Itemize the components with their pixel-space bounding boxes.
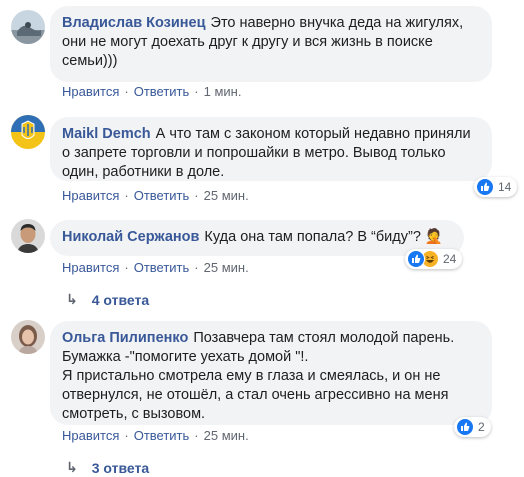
comment-actions: Нравится · Ответить · 25 мин. [62, 428, 249, 443]
comment-author[interactable]: Ольга Пилипенко [62, 330, 188, 346]
comment-text-line: А что там с законом который недавно прин… [155, 126, 471, 142]
comment-text-line: Я пристально смотрела ему в глаза и смея… [62, 368, 441, 384]
like-link[interactable]: Нравится [62, 188, 119, 203]
reaction-count: 14 [498, 180, 512, 194]
avatar[interactable] [11, 320, 45, 354]
comment-bubble: Николай Сержанов Куда она там попала? В “… [50, 220, 464, 256]
comment-text-line: они не могут доехать друг к другу и вся … [62, 34, 433, 50]
replies-count[interactable]: 4 ответа [92, 292, 149, 308]
reply-link[interactable]: Ответить [134, 188, 190, 203]
timestamp[interactable]: 1 мин. [204, 84, 242, 99]
reactions-summary[interactable]: 2 [454, 417, 491, 437]
reply-arrow-icon: ↳ [66, 459, 78, 475]
reply-link[interactable]: Ответить [134, 428, 190, 443]
comment-text-line: семьи))) [62, 53, 118, 69]
like-icon [407, 250, 425, 268]
timestamp[interactable]: 25 мин. [204, 260, 249, 275]
comment-text-line: смотреть, с вызовом. [62, 406, 206, 422]
comment-author[interactable]: Владислав Козинец [62, 15, 206, 31]
avatar[interactable] [11, 219, 45, 253]
like-link[interactable]: Нравится [62, 84, 119, 99]
timestamp[interactable]: 25 мин. [204, 428, 249, 443]
reaction-count: 24 [443, 252, 457, 266]
like-icon [476, 178, 494, 196]
comment-bubble: Владислав Козинец Это наверно внучка деда… [50, 6, 492, 82]
comment-author[interactable]: Maikl Demch [62, 126, 151, 142]
comment-bubble: Maikl Demch А что там с законом который н… [50, 117, 492, 181]
like-link[interactable]: Нравится [62, 260, 119, 275]
comment-text-line: Это наверно внучка деда на жигулях, [210, 15, 464, 31]
comment-text-line: Бумажка -"помогите уехать домой "!. [62, 349, 309, 365]
comment-text-line: Куда она там попала? В “биду”? 🤦 [204, 229, 443, 245]
comment-text-line: Позавчера там стоял молодой парень. [193, 330, 455, 346]
avatar[interactable] [11, 115, 45, 149]
reply-link[interactable]: Ответить [134, 84, 190, 99]
comment-bubble: Ольга Пилипенко Позавчера там стоял молод… [50, 321, 492, 425]
avatar[interactable] [11, 10, 45, 44]
reaction-count: 2 [478, 420, 485, 434]
comment-text-line: о запрете торговли и попрошайки в метро.… [62, 145, 446, 161]
timestamp[interactable]: 25 мин. [204, 188, 249, 203]
view-replies-link[interactable]: ↳ 3 ответа [66, 459, 149, 476]
comment-author[interactable]: Николай Сержанов [62, 229, 199, 245]
reactions-summary[interactable]: 14 [474, 177, 518, 197]
reactions-summary[interactable]: 24 [405, 249, 463, 269]
like-link[interactable]: Нравится [62, 428, 119, 443]
comment-text-line: отвернулся, не отошёл, а стал очень агре… [62, 387, 449, 403]
comment-actions: Нравится · Ответить · 1 мин. [62, 84, 242, 99]
reply-arrow-icon: ↳ [66, 291, 78, 307]
comment-text-line: один, работники в доле. [62, 164, 225, 180]
replies-count[interactable]: 3 ответа [92, 460, 149, 476]
view-replies-link[interactable]: ↳ 4 ответа [66, 291, 149, 308]
like-icon [456, 418, 474, 436]
comment-actions: Нравится · Ответить · 25 мин. [62, 188, 249, 203]
comment-actions: Нравится · Ответить · 25 мин. [62, 260, 249, 275]
reply-link[interactable]: Ответить [134, 260, 190, 275]
